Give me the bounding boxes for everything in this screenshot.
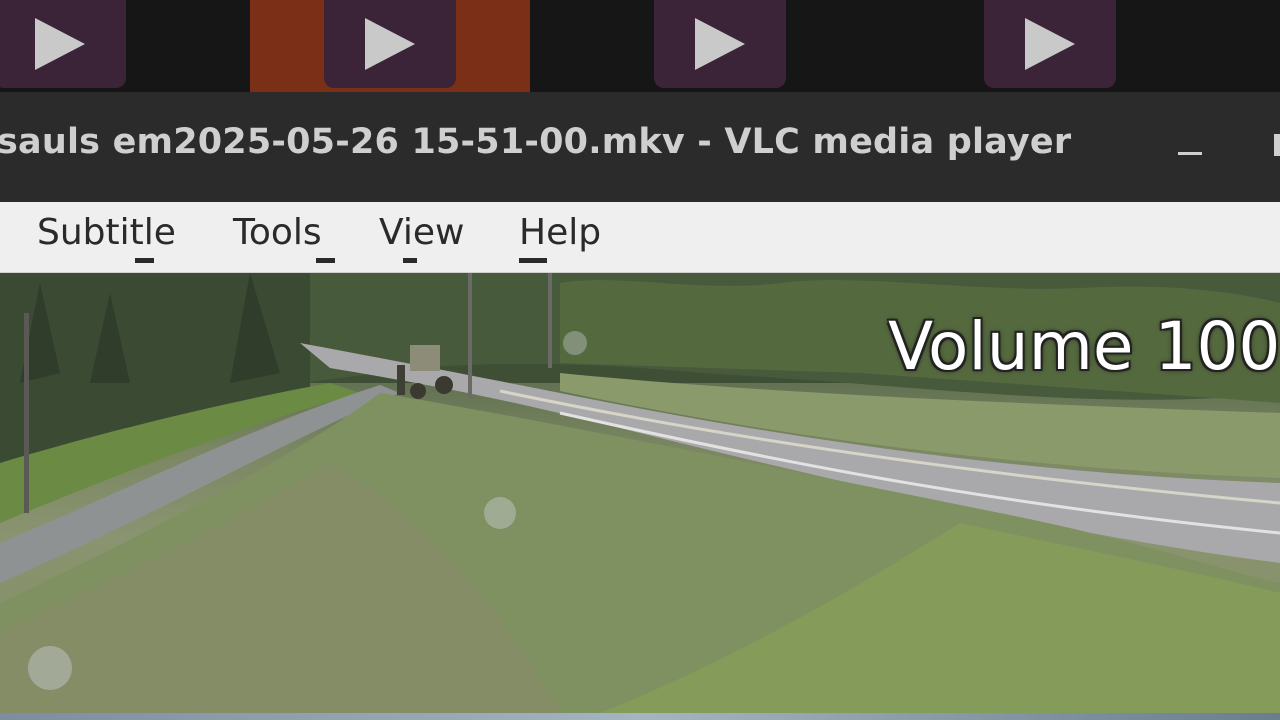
window-title: sauls em2025-05-26 15-51-00.mkv - VLC me…	[0, 122, 1072, 162]
play-icon	[35, 18, 85, 70]
mnemonic-underline	[403, 258, 417, 263]
mnemonic-underline	[519, 258, 547, 263]
mnemonic-underline	[316, 258, 335, 263]
taskbar-app-4[interactable]	[984, 0, 1116, 92]
menu-view[interactable]: View	[379, 212, 464, 253]
app-tile	[984, 0, 1116, 88]
app-tile	[324, 0, 456, 88]
menu-help[interactable]: Help	[519, 212, 601, 253]
taskbar-app-2[interactable]	[250, 0, 530, 92]
play-icon	[695, 18, 745, 70]
play-icon	[365, 18, 415, 70]
menu-tools[interactable]: Tools	[233, 212, 322, 253]
play-icon	[1025, 18, 1075, 70]
app-tile	[0, 0, 126, 88]
taskbar	[0, 0, 1280, 92]
mnemonic-underline	[135, 258, 154, 263]
app-tile	[654, 0, 786, 88]
volume-osd: Volume 100	[888, 308, 1280, 385]
taskbar-app-1[interactable]	[0, 0, 130, 92]
maximize-button[interactable]	[1274, 134, 1280, 156]
menu-bar	[0, 202, 1280, 273]
video-bottom-edge	[0, 713, 1280, 720]
minimize-button[interactable]	[1178, 146, 1202, 155]
menu-subtitle[interactable]: Subtitle	[37, 212, 176, 253]
taskbar-app-3[interactable]	[654, 0, 786, 92]
